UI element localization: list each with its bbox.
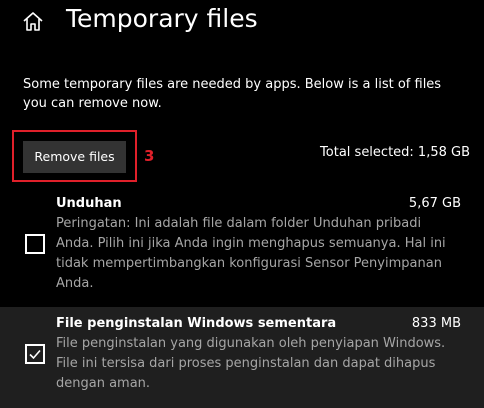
remove-files-button[interactable]: Remove files	[23, 141, 126, 173]
list-item-downloads[interactable]: Unduhan 5,67 GB Peringatan: Ini adalah f…	[0, 190, 484, 300]
checkbox-downloads[interactable]	[25, 234, 45, 254]
item-description: Peringatan: Ini adalah file dalam folder…	[56, 216, 446, 291]
checkmark-icon	[29, 349, 41, 360]
item-name: Unduhan	[56, 196, 122, 211]
list-item-windows-setup-temp[interactable]: File penginstalan Windows sementara 833 …	[0, 307, 484, 408]
page-title: Temporary files	[66, 4, 258, 33]
home-icon[interactable]	[21, 10, 45, 34]
item-name: File penginstalan Windows sementara	[56, 316, 337, 331]
item-size: 833 MB	[411, 316, 461, 331]
total-selected-label: Total selected: 1,58 GB	[320, 145, 470, 160]
step-annotation-number: 3	[144, 147, 155, 165]
page-description: Some temporary files are needed by apps.…	[23, 77, 442, 111]
temporary-files-page: Temporary files Some temporary files are…	[0, 0, 484, 408]
item-description: File penginstalan yang digunakan oleh pe…	[56, 336, 446, 391]
item-size: 5,67 GB	[408, 196, 461, 211]
checkbox-windows-setup-temp[interactable]	[25, 344, 45, 364]
